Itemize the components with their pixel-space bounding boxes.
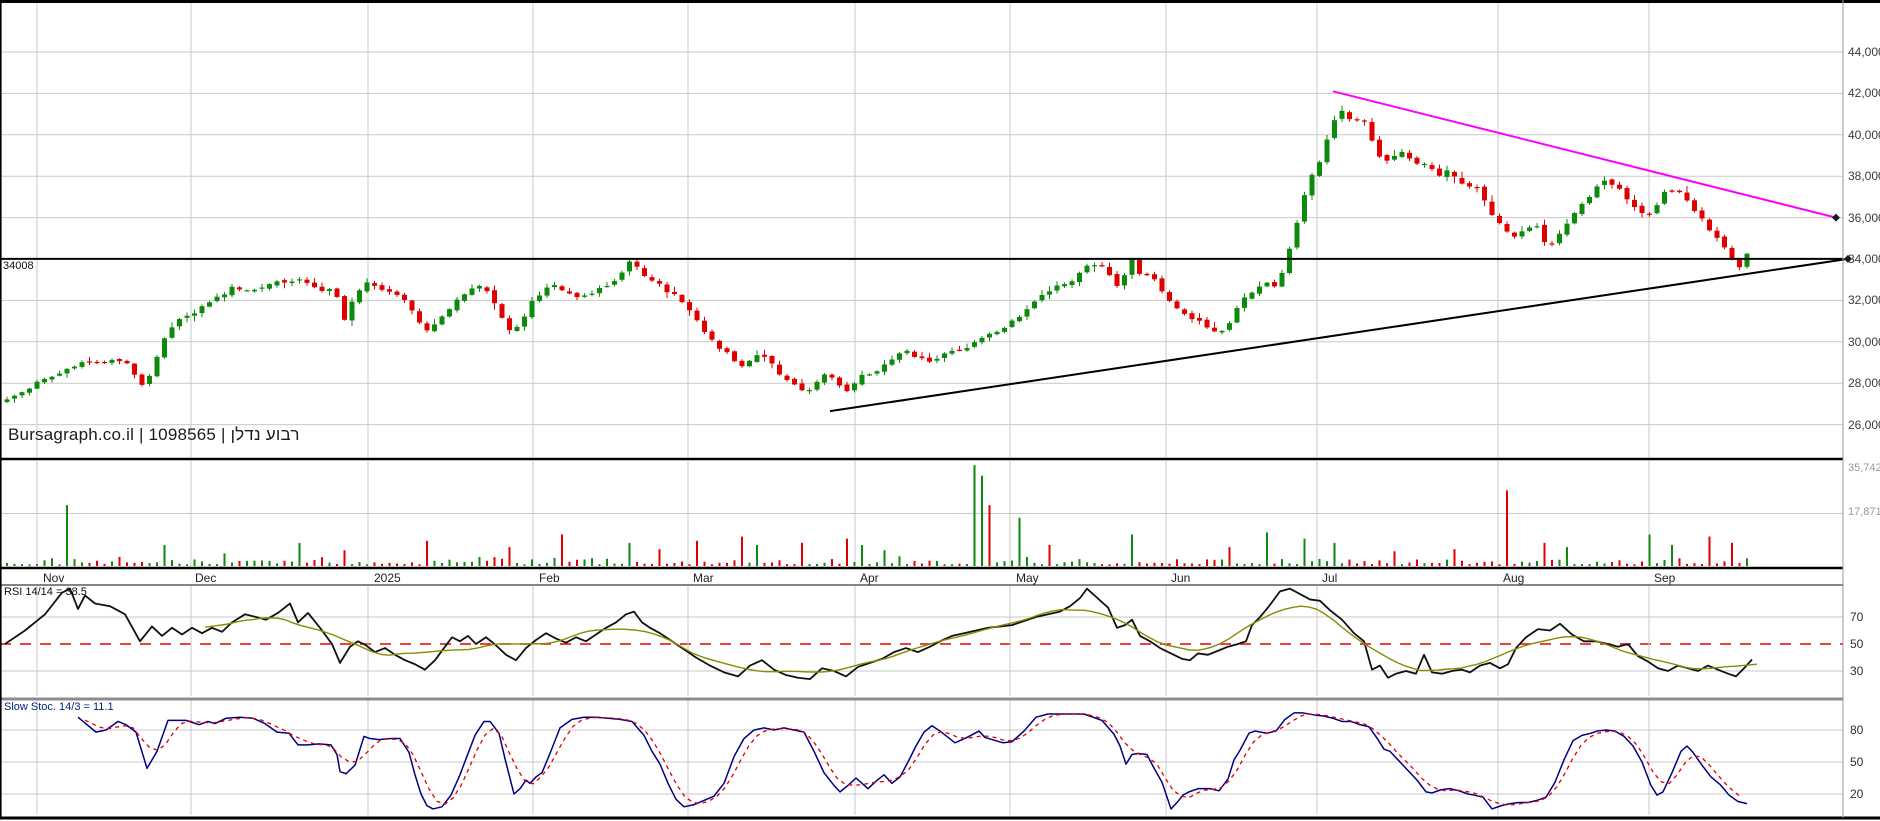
stoch-axis-label: 50 (1850, 756, 1863, 768)
month-axis-label: Jun (1171, 572, 1190, 584)
price-axis-label: 40,000 (1848, 129, 1880, 141)
price-axis-label: 32,000 (1848, 294, 1880, 306)
last-price-quote-label: 34008 (2, 261, 35, 272)
month-axis-label: Apr (860, 572, 879, 584)
volume-axis-label: 17,871 (1848, 507, 1880, 518)
price-axis-label: 44,000 (1848, 46, 1880, 58)
month-axis-label: Nov (43, 572, 64, 584)
chart-canvas[interactable] (0, 0, 1880, 821)
bursagraph-chart-page: 34008 Bursagraph.co.il | 1098565 | רבוע … (0, 0, 1880, 821)
price-axis-label: 30,000 (1848, 336, 1880, 348)
rsi-panel-label: RSI 14/14 = 38.5 (4, 587, 87, 598)
rsi-axis-label: 50 (1850, 638, 1863, 650)
month-axis-label: Feb (539, 572, 560, 584)
month-axis-label: Jul (1322, 572, 1337, 584)
month-axis-label: Mar (693, 572, 714, 584)
month-axis-label: Sep (1654, 572, 1675, 584)
price-axis-label: 28,000 (1848, 377, 1880, 389)
price-axis-label: 26,000 (1848, 419, 1880, 431)
stoch-axis-label: 20 (1850, 788, 1863, 800)
watermark-title: Bursagraph.co.il | 1098565 | רבוע נדלן (8, 426, 300, 443)
rsi-axis-label: 70 (1850, 611, 1863, 623)
volume-axis-label: 35,742 (1848, 463, 1880, 474)
month-axis-label: Dec (195, 572, 216, 584)
price-axis-label: 34,000 (1848, 253, 1880, 265)
month-axis-label: Aug (1503, 572, 1524, 584)
stochastic-panel-label: Slow Stoc. 14/3 = 11.1 (4, 702, 114, 713)
price-axis-label: 42,000 (1848, 87, 1880, 99)
rsi-axis-label: 30 (1850, 665, 1863, 677)
month-axis-label: 2025 (374, 572, 401, 584)
stoch-axis-label: 80 (1850, 724, 1863, 736)
month-axis-label: May (1016, 572, 1039, 584)
price-axis-label: 38,000 (1848, 170, 1880, 182)
price-axis-label: 36,000 (1848, 212, 1880, 224)
